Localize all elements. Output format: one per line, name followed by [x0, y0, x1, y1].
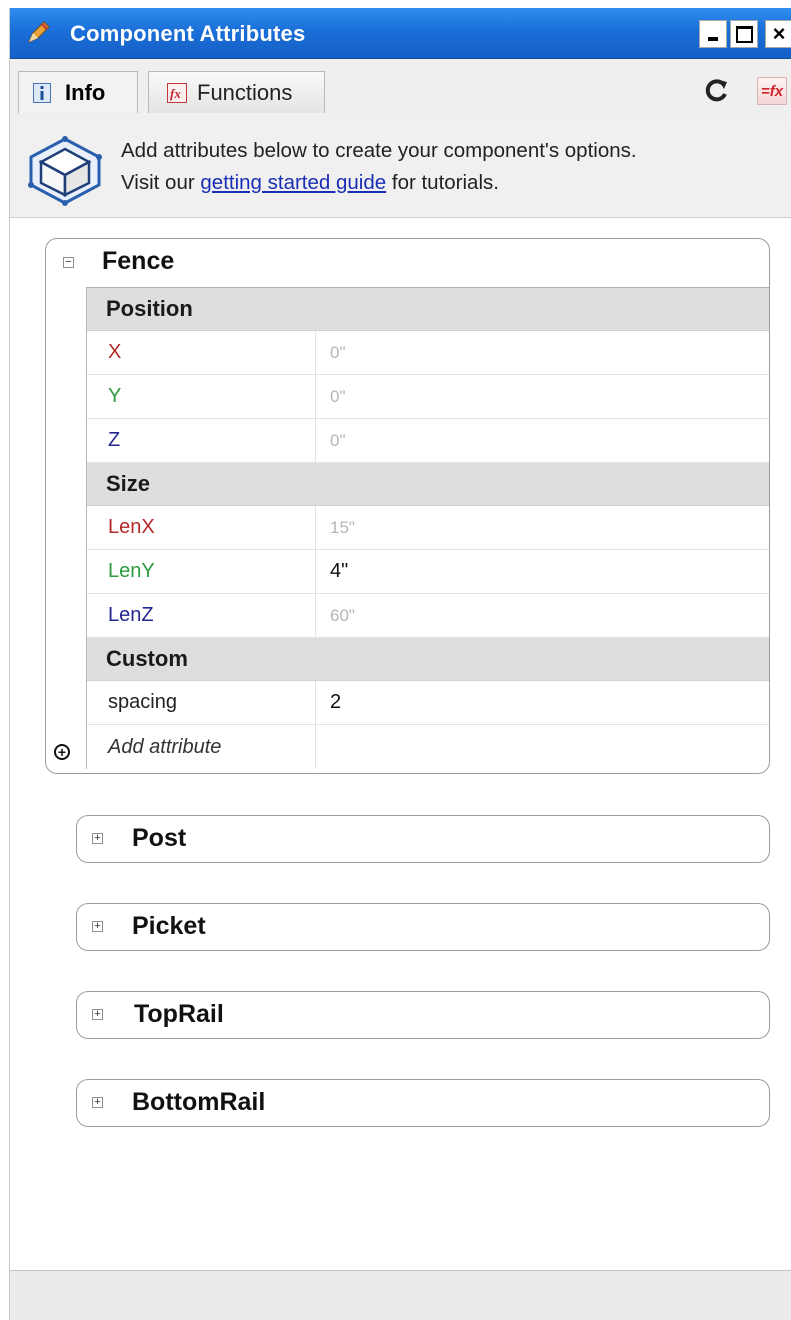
status-bar	[10, 1270, 791, 1320]
attribute-value[interactable]: 4"	[316, 550, 769, 593]
maximize-button[interactable]	[730, 20, 758, 48]
section-size: Size	[87, 463, 769, 506]
minimize-icon	[708, 37, 718, 41]
info-banner: Add attributes below to create your comp…	[10, 123, 791, 218]
window-title: Component Attributes	[70, 21, 306, 46]
svg-text:fx: fx	[170, 86, 181, 101]
panel-picket[interactable]: + Picket	[76, 903, 770, 951]
formula-button[interactable]: =fx	[757, 77, 787, 105]
pencil-icon	[28, 21, 50, 43]
section-position: Position	[87, 288, 769, 331]
panel-toprail-title: TopRail	[134, 1000, 224, 1028]
add-attribute-icon[interactable]: +	[54, 744, 70, 760]
panel-fence: − Fence Position X 0" Y 0" Z 0" Size Len…	[45, 238, 770, 774]
attribute-row-lenx[interactable]: LenX 15"	[87, 506, 769, 550]
tab-bar: Info fx Functions =fx	[10, 59, 791, 123]
attribute-value[interactable]: 0"	[316, 419, 769, 462]
expand-icon[interactable]: +	[92, 833, 103, 844]
banner-prefix: Visit our	[121, 171, 201, 194]
attribute-name: LenX	[87, 506, 316, 549]
attribute-row-z[interactable]: Z 0"	[87, 419, 769, 463]
panel-bottomrail[interactable]: + BottomRail	[76, 1079, 770, 1127]
minimize-button[interactable]	[699, 20, 727, 48]
attribute-row-y[interactable]: Y 0"	[87, 375, 769, 419]
expand-icon[interactable]: +	[92, 1097, 103, 1108]
attribute-name: spacing	[87, 681, 316, 724]
panel-fence-header[interactable]: − Fence	[46, 239, 769, 287]
attribute-row-x[interactable]: X 0"	[87, 331, 769, 375]
attribute-row-lenz[interactable]: LenZ 60"	[87, 594, 769, 638]
attribute-value[interactable]: 60"	[316, 594, 769, 637]
component-attributes-window: Component Attributes × Info fx Functions	[9, 8, 791, 1320]
attribute-name: Z	[87, 419, 316, 462]
tab-functions-label: Functions	[197, 79, 293, 105]
attribute-name: Y	[87, 375, 316, 418]
expand-icon[interactable]: +	[92, 921, 103, 932]
fx-label: =fx	[760, 82, 784, 100]
attribute-value[interactable]: 0"	[316, 375, 769, 418]
tab-functions[interactable]: fx Functions	[148, 71, 325, 113]
attribute-value[interactable]: 2	[316, 681, 769, 724]
attribute-name: X	[87, 331, 316, 374]
panel-fence-title: Fence	[102, 247, 175, 275]
close-icon: ×	[772, 21, 786, 46]
attribute-value[interactable]: 15"	[316, 506, 769, 549]
title-bar[interactable]: Component Attributes ×	[10, 8, 791, 59]
close-button[interactable]: ×	[765, 20, 791, 48]
attribute-name: LenY	[87, 550, 316, 593]
component-cube-icon	[28, 136, 102, 206]
expand-icon[interactable]: +	[92, 1009, 103, 1020]
attribute-value[interactable]: 0"	[316, 331, 769, 374]
attribute-row-spacing[interactable]: spacing 2	[87, 681, 769, 725]
banner-text-2: Visit our getting started guide for tuto…	[121, 171, 499, 195]
panel-bottomrail-title: BottomRail	[132, 1088, 266, 1116]
add-attribute-value	[316, 725, 769, 769]
info-icon	[33, 82, 51, 103]
panel-post-title: Post	[132, 824, 187, 852]
tab-info-label: Info	[65, 79, 106, 105]
refresh-icon[interactable]	[704, 77, 730, 103]
attribute-grid: Position X 0" Y 0" Z 0" Size LenX 15" Le…	[86, 287, 769, 769]
panel-toprail[interactable]: + TopRail	[76, 991, 770, 1039]
tab-info[interactable]: Info	[18, 71, 138, 113]
banner-text: Add attributes below to create your comp…	[121, 139, 637, 162]
banner-suffix: for tutorials.	[386, 171, 499, 194]
getting-started-link[interactable]: getting started guide	[200, 171, 386, 194]
add-attribute-row[interactable]: Add attribute	[87, 725, 769, 769]
add-attribute-label[interactable]: Add attribute	[87, 725, 316, 769]
maximize-icon	[735, 25, 753, 43]
panel-post[interactable]: + Post	[76, 815, 770, 863]
functions-icon: fx	[167, 82, 187, 103]
collapse-icon[interactable]: −	[63, 257, 74, 268]
section-custom: Custom	[87, 638, 769, 681]
attribute-name: LenZ	[87, 594, 316, 637]
attribute-row-leny[interactable]: LenY 4"	[87, 550, 769, 594]
panel-picket-title: Picket	[132, 912, 206, 940]
